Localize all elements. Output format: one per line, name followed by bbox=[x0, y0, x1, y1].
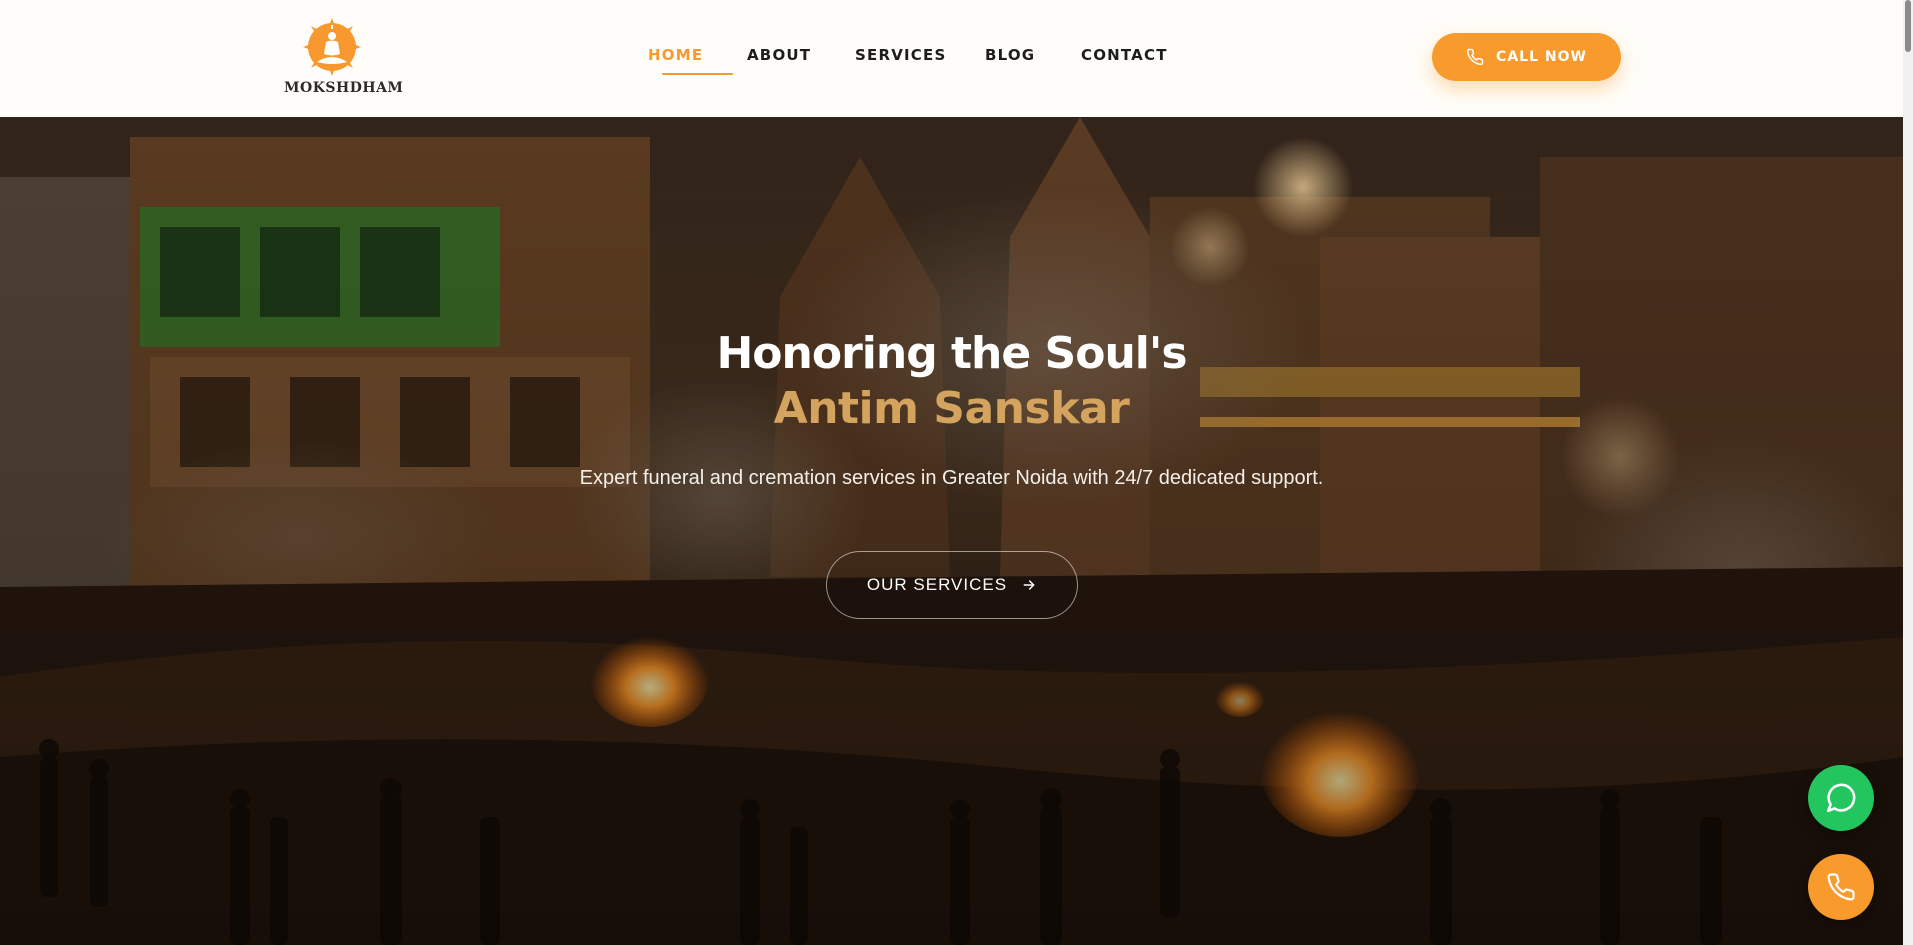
hero-section: Honoring the Soul's Antim Sanskar Expert… bbox=[0, 117, 1903, 945]
our-services-label: OUR SERVICES bbox=[866, 575, 1008, 594]
page-scrollbar[interactable] bbox=[1903, 0, 1913, 945]
hero-title-line2: Antim Sanskar bbox=[773, 383, 1130, 434]
hero-background-image bbox=[0, 117, 1903, 945]
main-nav: HOME ABOUT SERVICES BLOG CONTACT bbox=[648, 46, 1168, 75]
hero-subtitle: Expert funeral and cremation services in… bbox=[579, 467, 1324, 489]
nav-contact[interactable]: CONTACT bbox=[1081, 46, 1168, 70]
whatsapp-button[interactable] bbox=[1808, 765, 1874, 831]
scrollbar-thumb[interactable] bbox=[1905, 0, 1911, 52]
site-logo[interactable]: MOKSHDHAM bbox=[284, 16, 404, 100]
logo-text: MOKSHDHAM bbox=[284, 80, 404, 96]
nav-home[interactable]: HOME bbox=[648, 46, 747, 75]
call-now-label: CALL NOW bbox=[1496, 49, 1587, 65]
nav-about[interactable]: ABOUT bbox=[747, 46, 855, 70]
arrow-right-icon bbox=[1023, 580, 1035, 590]
whatsapp-icon bbox=[1826, 783, 1856, 813]
floating-call-button[interactable] bbox=[1808, 854, 1874, 920]
nav-services[interactable]: SERVICES bbox=[855, 46, 985, 70]
hero-title-line1: Honoring the Soul's bbox=[716, 328, 1187, 379]
our-services-button[interactable]: OUR SERVICES bbox=[826, 551, 1078, 619]
phone-icon bbox=[1827, 873, 1855, 901]
phone-icon bbox=[1466, 48, 1484, 66]
meditating-figure-logo-icon bbox=[303, 18, 361, 76]
site-header: MOKSHDHAM HOME ABOUT SERVICES BLOG CONTA… bbox=[0, 0, 1903, 117]
call-now-button[interactable]: CALL NOW bbox=[1432, 33, 1621, 81]
nav-blog[interactable]: BLOG bbox=[985, 46, 1081, 70]
